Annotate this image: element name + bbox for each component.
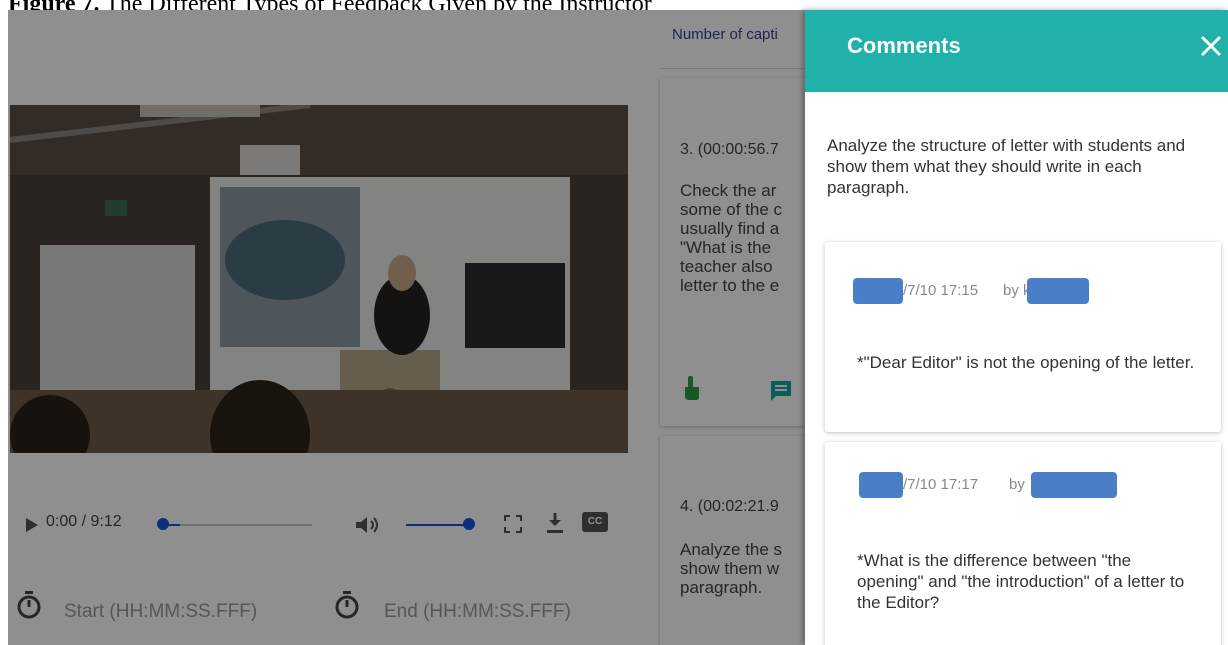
caption-description: Analyze the structure of letter with stu… — [827, 136, 1186, 197]
comment-date: /7/10 17:17 — [903, 476, 979, 493]
redacted-year — [853, 278, 903, 304]
comment-card: /7/10 17:17 by *What is the difference b… — [825, 442, 1221, 645]
comment-by: by — [1009, 476, 1025, 493]
redacted-year — [859, 472, 903, 498]
comment-by: by — [1003, 282, 1019, 299]
comments-panel: Comments Analyze the structure of letter… — [805, 10, 1228, 645]
comment-date: /7/10 17:15 — [903, 282, 979, 299]
comment-text: *What is the difference between "the ope… — [857, 551, 1185, 612]
redacted-author — [1031, 472, 1117, 498]
modal-backdrop[interactable] — [8, 10, 813, 645]
comment-text: *"Dear Editor" is not the opening of the… — [857, 353, 1195, 372]
comments-header: Comments — [805, 10, 1228, 92]
comment-card: /7/10 17:15 by k *"Dear Editor" is not t… — [825, 242, 1221, 432]
redacted-author — [1027, 278, 1089, 304]
close-icon[interactable] — [1195, 30, 1227, 62]
comments-title: Comments — [847, 33, 961, 58]
